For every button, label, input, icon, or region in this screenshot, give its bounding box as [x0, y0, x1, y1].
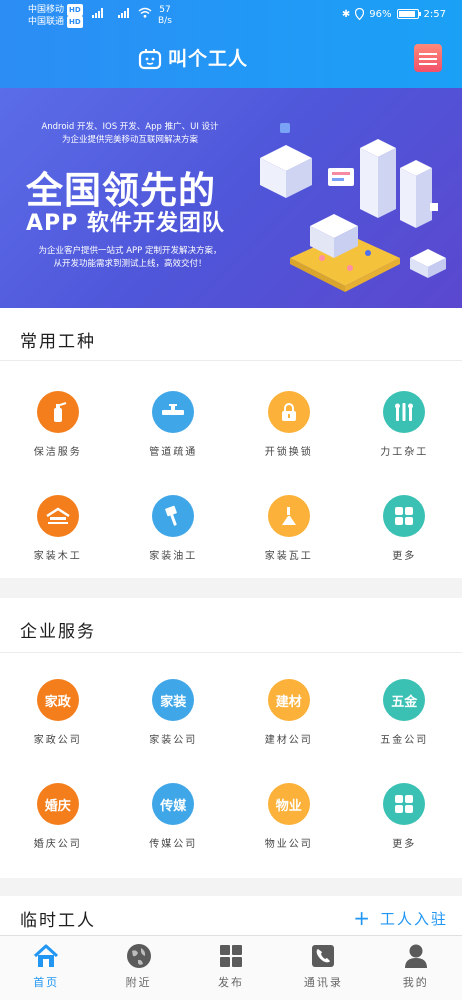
company-badge: 婚庆 [36, 783, 79, 825]
tools-icon [383, 391, 426, 433]
company-building-materials[interactable]: 建材 建材公司 [231, 678, 347, 782]
nav-nearby[interactable]: 附近 [92, 936, 184, 1000]
service-labor[interactable]: 力工杂工 [347, 390, 462, 494]
company-label: 更多 [392, 839, 417, 850]
robot-logo-icon [138, 48, 162, 69]
promo-banner[interactable]: Android 开发、IOS 开发、App 推广、UI 设计 为企业提供完美移动… [0, 88, 462, 308]
section-title-enterprise: 企业服务 [20, 622, 96, 642]
banner-subtitle: APP 软件开发团队 [26, 211, 225, 236]
net-speed: 57 B/s [158, 5, 172, 26]
divider-line [0, 360, 462, 361]
company-label: 建材公司 [264, 735, 313, 746]
carrier-info: 中国移动 HD 中国联通 HD [28, 4, 83, 28]
company-badge: 建材 [267, 679, 310, 721]
signal-icon [92, 8, 103, 18]
company-badge: 传媒 [152, 783, 195, 825]
battery-icon [396, 9, 421, 19]
nav-label: 首页 [33, 976, 60, 989]
enterprise-grid: 家政 家政公司 家装 家装公司 建材 建材公司 五金 五金公司 婚庆 婚庆公司 … [0, 678, 462, 886]
company-badge: 家政 [36, 679, 79, 721]
service-lock[interactable]: 开锁换锁 [231, 390, 347, 494]
status-bar: 中国移动 HD 中国联通 HD 57 B/s ✱ 96% 2:57 [0, 0, 462, 32]
nav-label: 附近 [125, 976, 152, 989]
apps-icon [217, 942, 245, 970]
wifi-icon [138, 7, 152, 18]
company-more[interactable]: 更多 [347, 782, 462, 886]
company-label: 物业公司 [264, 839, 313, 850]
company-badge: 五金 [383, 679, 426, 721]
hd-badge: HD [67, 16, 83, 28]
battery-percent: 96% [369, 8, 392, 20]
service-label: 家装瓦工 [264, 551, 313, 562]
company-housekeeping[interactable]: 家政 家政公司 [0, 678, 116, 782]
phone-icon [309, 942, 337, 970]
service-label: 保洁服务 [33, 447, 82, 458]
service-cleaning[interactable]: 保洁服务 [0, 390, 116, 494]
nav-label: 发布 [217, 976, 244, 989]
nav-publish[interactable]: 发布 [185, 936, 277, 1000]
section-title-temp: 临时工人 [20, 911, 96, 931]
plus-icon: + [353, 906, 372, 930]
company-label: 婚庆公司 [33, 839, 82, 850]
carrier-2: 中国联通 [28, 17, 65, 27]
company-label: 家政公司 [33, 735, 82, 746]
fire-extinguisher-icon [36, 391, 79, 433]
company-hardware[interactable]: 五金 五金公司 [347, 678, 462, 782]
message-button[interactable] [414, 44, 442, 72]
company-decoration[interactable]: 家装 家装公司 [116, 678, 232, 782]
location-icon [355, 8, 365, 20]
lock-icon [267, 391, 310, 433]
company-label: 家装公司 [149, 735, 198, 746]
add-worker-button[interactable]: + 工人入驻 [353, 906, 448, 930]
bottom-navigation: 首页 附近 发布 通讯录 我的 [0, 935, 462, 1000]
section-title-common: 常用工种 [20, 332, 96, 352]
section-gap [0, 878, 462, 896]
common-work-grid: 保洁服务 管道疏通 开锁换锁 力工杂工 家装木工 家装油工 家装瓦工 更多 [0, 390, 462, 598]
divider-line [0, 652, 462, 653]
grid-icon [383, 495, 426, 537]
trowel-icon [267, 495, 310, 537]
isometric-illustration [260, 123, 446, 292]
nav-label: 通讯录 [303, 976, 343, 989]
globe-icon [125, 942, 153, 970]
user-icon [402, 942, 430, 970]
home-icon [32, 942, 60, 970]
hd-badge: HD [67, 4, 83, 16]
service-pipe[interactable]: 管道疏通 [116, 390, 232, 494]
clock: 2:57 [423, 8, 446, 20]
carrier-1: 中国移动 [28, 5, 65, 15]
company-label: 五金公司 [380, 735, 429, 746]
service-label: 力工杂工 [380, 447, 429, 458]
banner-description: 为企业客户提供一站式 APP 定制开发解决方案， 从开发功能需求到测试上线，高效… [38, 246, 222, 269]
pipe-icon [152, 391, 195, 433]
nav-label: 我的 [402, 976, 429, 989]
service-label: 更多 [392, 551, 417, 562]
signal-icon [118, 8, 129, 18]
service-label: 管道疏通 [149, 447, 198, 458]
roof-icon [36, 495, 79, 537]
company-badge: 家装 [152, 679, 195, 721]
company-label: 传媒公司 [149, 839, 198, 850]
add-worker-label: 工人入驻 [379, 909, 448, 928]
service-label: 家装油工 [149, 551, 198, 562]
company-property[interactable]: 物业 物业公司 [231, 782, 347, 886]
company-media[interactable]: 传媒 传媒公司 [116, 782, 232, 886]
service-label: 开锁换锁 [264, 447, 313, 458]
section-gap [0, 578, 462, 598]
paint-brush-icon [152, 495, 195, 537]
grid-icon [383, 783, 426, 825]
brand-logo: 叫个工人 [138, 44, 248, 71]
banner-intro: Android 开发、IOS 开发、App 推广、UI 设计 为企业提供完美移动… [41, 122, 219, 145]
bluetooth-icon: ✱ [341, 8, 351, 20]
nav-home[interactable]: 首页 [0, 936, 92, 1000]
company-wedding[interactable]: 婚庆 婚庆公司 [0, 782, 116, 886]
nav-contacts[interactable]: 通讯录 [277, 936, 369, 1000]
company-badge: 物业 [267, 783, 310, 825]
service-label: 家装木工 [33, 551, 82, 562]
status-right: ✱ 96% 2:57 [342, 8, 446, 20]
nav-profile[interactable]: 我的 [370, 936, 462, 1000]
brand-title: 叫个工人 [168, 48, 249, 70]
app-header: 中国移动 HD 中国联通 HD 57 B/s ✱ 96% 2:57 叫个工人 [0, 0, 462, 88]
